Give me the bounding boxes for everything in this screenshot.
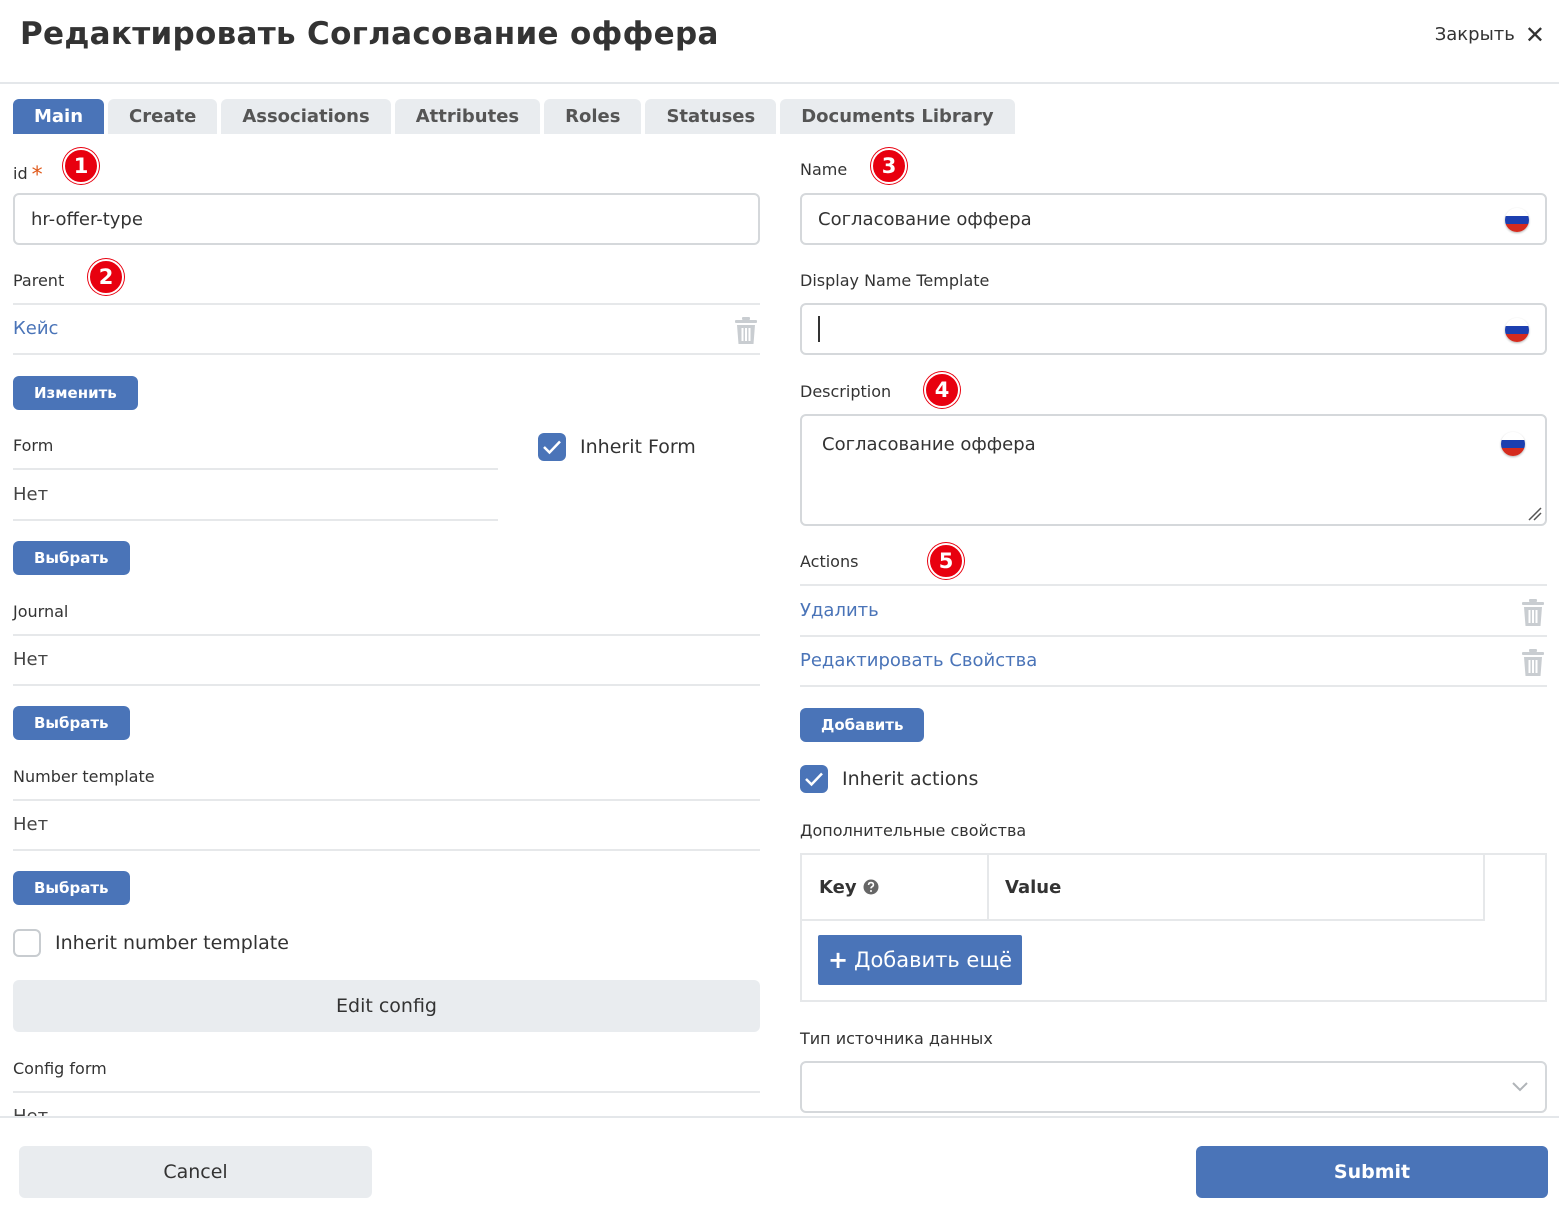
divider: [13, 303, 760, 305]
modal-footer: Cancel Submit: [0, 1116, 1559, 1230]
trash-icon[interactable]: [734, 317, 758, 345]
id-label: id *: [13, 160, 43, 188]
russian-flag-icon[interactable]: [1505, 318, 1529, 342]
value-header: Value: [1005, 876, 1062, 898]
form-label: Form: [13, 436, 54, 455]
tab-bar: Main Create Associations Attributes Role…: [13, 99, 1015, 134]
annotation-badge-3: 3: [871, 148, 907, 184]
divider: [13, 353, 760, 355]
submit-button[interactable]: Submit: [1196, 1146, 1548, 1198]
table-header-divider: [802, 919, 1485, 921]
annotation-badge-4: 4: [924, 372, 960, 408]
parent-label: Parent: [13, 271, 65, 290]
key-header: Key: [819, 855, 879, 919]
russian-flag-icon[interactable]: [1501, 432, 1525, 456]
trash-icon[interactable]: [1521, 649, 1545, 677]
id-label-text: id: [13, 164, 28, 183]
inherit-actions-label: Inherit actions: [842, 768, 979, 790]
check-icon: [805, 772, 823, 787]
id-input[interactable]: hr-offer-type: [13, 193, 760, 245]
description-value: Согласование оффера: [822, 434, 1036, 455]
divider: [13, 634, 760, 636]
close-button[interactable]: Закрыть ✕: [1434, 20, 1545, 49]
extra-properties-table: Key Value + Добавить ещё: [800, 853, 1547, 1002]
tab-main[interactable]: Main: [13, 99, 105, 134]
tab-associations[interactable]: Associations: [221, 99, 391, 134]
inherit-form-checkbox[interactable]: [538, 433, 566, 461]
action-item-edit-properties[interactable]: Редактировать Свойства: [800, 650, 1037, 671]
annotation-badge-5: 5: [928, 543, 964, 579]
inherit-number-template-checkbox[interactable]: [13, 929, 41, 957]
close-label: Закрыть: [1434, 24, 1515, 45]
select-form-button[interactable]: Выбрать: [13, 541, 130, 575]
annotation-badge-2: 2: [88, 259, 124, 295]
change-parent-button[interactable]: Изменить: [13, 376, 138, 410]
description-label: Description: [800, 382, 892, 401]
column-divider: [987, 855, 989, 919]
inherit-number-template-label: Inherit number template: [55, 932, 289, 954]
modal-title: Редактировать Согласование оффера: [20, 16, 719, 52]
action-item-delete[interactable]: Удалить: [800, 600, 879, 621]
annotation-badge-1: 1: [63, 148, 99, 184]
divider: [13, 1091, 760, 1093]
number-template-label: Number template: [13, 767, 155, 786]
divider: [13, 684, 760, 686]
name-label: Name: [800, 160, 848, 179]
required-mark: *: [31, 163, 43, 188]
close-icon: ✕: [1524, 20, 1545, 49]
form-value: Нет: [13, 484, 49, 505]
journal-label: Journal: [13, 602, 69, 621]
divider: [800, 635, 1547, 637]
tab-roles[interactable]: Roles: [544, 99, 642, 134]
display-name-template-label: Display Name Template: [800, 271, 990, 290]
chevron-down-icon: [1512, 1082, 1528, 1092]
name-input-value: Согласование оффера: [818, 208, 1032, 230]
column-divider: [1483, 855, 1485, 919]
inherit-actions-checkbox[interactable]: [800, 765, 828, 793]
check-icon: [543, 440, 561, 455]
config-form-label: Config form: [13, 1059, 107, 1078]
divider: [13, 799, 760, 801]
actions-label: Actions: [800, 552, 859, 571]
parent-link[interactable]: Кейс: [13, 318, 58, 339]
resize-handle-icon[interactable]: [1528, 507, 1542, 521]
add-more-label: Добавить ещё: [854, 948, 1013, 972]
datasource-type-label: Тип источника данных: [800, 1029, 993, 1048]
divider: [800, 584, 1547, 586]
trash-icon[interactable]: [1521, 599, 1545, 627]
text-cursor: [818, 316, 820, 342]
id-input-value: hr-offer-type: [31, 208, 143, 230]
select-number-template-button[interactable]: Выбрать: [13, 871, 130, 905]
name-input[interactable]: Согласование оффера: [800, 193, 1547, 245]
inherit-form-label: Inherit Form: [580, 436, 696, 458]
display-name-template-input[interactable]: [800, 303, 1547, 355]
journal-value: Нет: [13, 649, 49, 670]
key-header-text: Key: [819, 876, 857, 898]
divider: [13, 468, 498, 470]
tab-statuses[interactable]: Statuses: [645, 99, 777, 134]
modal-header: Редактировать Согласование оффера Закрыт…: [0, 0, 1559, 84]
tab-documents-library[interactable]: Documents Library: [780, 99, 1015, 134]
help-icon[interactable]: [863, 879, 879, 895]
add-more-button[interactable]: + Добавить ещё: [818, 935, 1022, 985]
cancel-button[interactable]: Cancel: [19, 1146, 372, 1198]
russian-flag-icon[interactable]: [1505, 208, 1529, 232]
description-textarea[interactable]: Согласование оффера: [800, 414, 1547, 526]
number-template-value: Нет: [13, 814, 49, 835]
divider: [800, 685, 1547, 687]
tab-attributes[interactable]: Attributes: [394, 99, 541, 134]
edit-config-button[interactable]: Edit config: [13, 980, 760, 1032]
add-action-button[interactable]: Добавить: [800, 708, 925, 742]
divider: [13, 519, 498, 521]
datasource-type-select[interactable]: [800, 1061, 1547, 1113]
tab-create[interactable]: Create: [108, 99, 218, 134]
plus-icon: +: [827, 946, 849, 974]
extra-properties-label: Дополнительные свойства: [800, 821, 1027, 840]
select-journal-button[interactable]: Выбрать: [13, 706, 130, 740]
divider: [13, 849, 760, 851]
